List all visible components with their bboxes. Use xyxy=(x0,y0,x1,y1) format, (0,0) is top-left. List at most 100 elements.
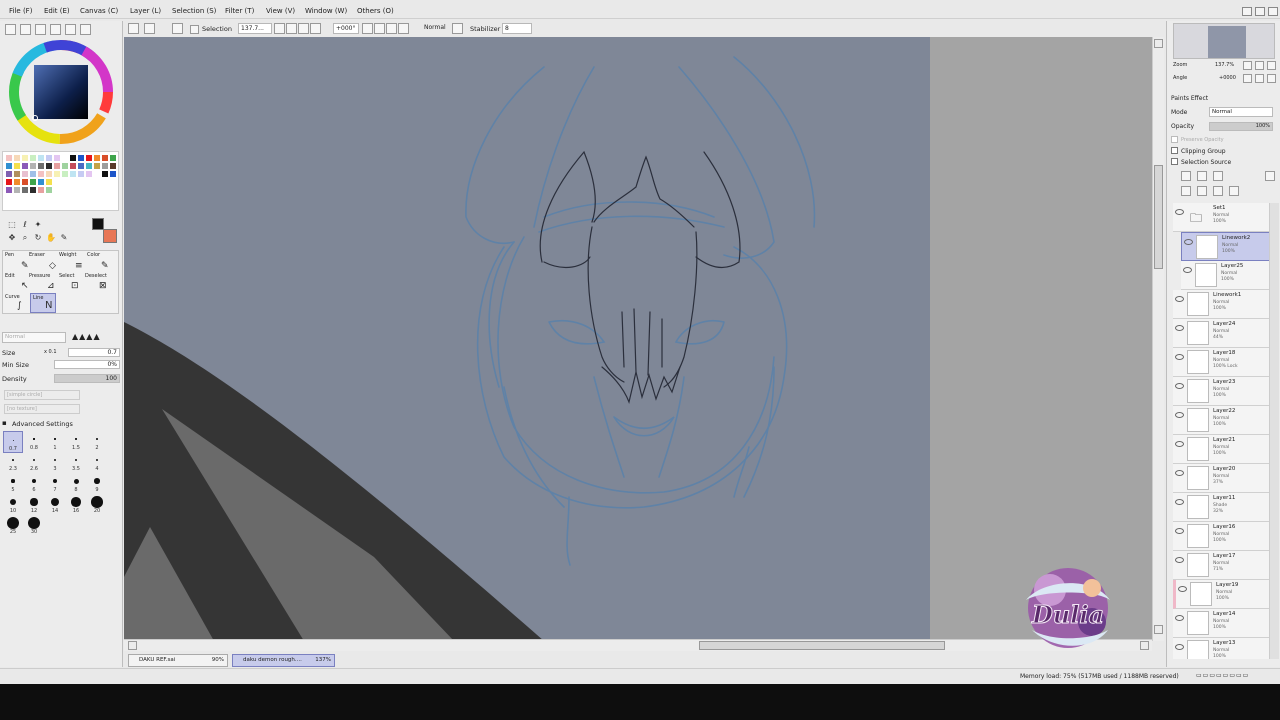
nav-zoom-in-icon[interactable] xyxy=(1255,61,1264,70)
color-swatch[interactable] xyxy=(46,187,52,193)
scroll-up-icon[interactable] xyxy=(1154,39,1163,48)
brush-size-preset[interactable]: 3 xyxy=(45,452,65,474)
navigator-angle-value[interactable]: +0000 xyxy=(1219,75,1236,81)
layer-row[interactable]: Layer20 Normal 37% xyxy=(1173,464,1271,493)
visibility-eye-icon[interactable] xyxy=(1175,412,1184,418)
scroll-down-icon[interactable] xyxy=(1154,625,1163,634)
visibility-eye-icon[interactable] xyxy=(1178,586,1187,592)
color-swatch[interactable] xyxy=(94,163,100,169)
blend-mode-select[interactable]: Normal xyxy=(422,23,450,34)
zoom-field[interactable]: 137.7... xyxy=(238,23,272,34)
layer-row[interactable]: Layer17 Normal 71% xyxy=(1173,551,1271,580)
color-swatch[interactable] xyxy=(94,155,100,161)
brush-size-preset[interactable]: 2.3 xyxy=(3,452,23,474)
maximize-button[interactable] xyxy=(1255,7,1265,16)
color-swatch[interactable] xyxy=(14,187,20,193)
size-slider[interactable]: 0.7 xyxy=(68,348,120,357)
color-swatch[interactable] xyxy=(46,163,52,169)
clear-layer-icon[interactable] xyxy=(1213,186,1223,196)
color-swatch[interactable] xyxy=(22,155,28,161)
zoom-icon[interactable]: ⌕ xyxy=(19,232,31,244)
brush-size-preset[interactable]: 3.5 xyxy=(66,452,86,474)
color-swatch[interactable] xyxy=(54,155,60,161)
menu-edit[interactable]: Edit (E) xyxy=(44,7,70,15)
color-swatch-grid[interactable] xyxy=(2,151,119,211)
rotate-reset-icon[interactable] xyxy=(386,23,397,34)
color-swatch[interactable] xyxy=(110,163,116,169)
brush-shape-icons[interactable]: ▲▲▲▲ xyxy=(72,332,101,341)
brush-size-preset[interactable]: 5 xyxy=(3,473,23,495)
delete-layer-icon[interactable] xyxy=(1229,186,1239,196)
color-swatch[interactable] xyxy=(46,155,52,161)
horizontal-scroll-thumb[interactable] xyxy=(699,641,945,650)
layer-row[interactable]: Layer14 Normal 100% xyxy=(1173,609,1271,638)
nav-rotate-left-icon[interactable] xyxy=(1243,74,1252,83)
hand-icon[interactable]: ✋ xyxy=(45,232,57,244)
color-swatch[interactable] xyxy=(94,171,100,177)
brush-size-preset[interactable]: 25 xyxy=(3,515,23,537)
menu-filter[interactable]: Filter (T) xyxy=(225,7,254,15)
color-swatch[interactable] xyxy=(86,171,92,177)
color-swatch[interactable] xyxy=(22,187,28,193)
layer-row[interactable]: Layer24 Normal 44% xyxy=(1173,319,1271,348)
color-swatch[interactable] xyxy=(14,163,20,169)
zoom-fit-icon[interactable] xyxy=(310,23,321,34)
clipping-group-checkbox[interactable] xyxy=(1171,147,1178,154)
layer-row[interactable]: Layer19 Normal 100% xyxy=(1173,580,1271,609)
navigator-preview[interactable] xyxy=(1173,23,1275,59)
visibility-eye-icon[interactable] xyxy=(1175,499,1184,505)
brush-size-preset[interactable]: 12 xyxy=(24,494,44,516)
color-swatch[interactable] xyxy=(22,179,28,185)
swatches-tab-icon[interactable] xyxy=(65,24,76,35)
minimize-button[interactable] xyxy=(1242,7,1252,16)
color-swatch[interactable] xyxy=(54,163,60,169)
selection-source-checkbox[interactable] xyxy=(1171,158,1178,165)
color-swatch[interactable] xyxy=(6,155,12,161)
visibility-eye-icon[interactable] xyxy=(1175,354,1184,360)
brush-size-preset[interactable]: 9 xyxy=(87,473,107,495)
color-swatch[interactable] xyxy=(6,163,12,169)
brush-size-preset[interactable]: 2 xyxy=(87,431,107,453)
eyedropper-icon[interactable]: ✎ xyxy=(58,232,70,244)
brush-size-preset[interactable]: 0.7 xyxy=(3,431,23,453)
paint-effect-label[interactable]: Paints Effect xyxy=(1171,95,1208,102)
color-swatch[interactable] xyxy=(14,171,20,177)
visibility-eye-icon[interactable] xyxy=(1175,296,1184,302)
visibility-eye-icon[interactable] xyxy=(1184,239,1193,245)
color-swatch[interactable] xyxy=(78,171,84,177)
doc-tab-active[interactable]: daku demon rough.... 137% xyxy=(232,654,335,667)
minsize-slider[interactable]: 0% xyxy=(54,360,120,369)
layer-row[interactable]: Layer13 Normal 100% xyxy=(1173,638,1271,659)
tool-pen[interactable]: Pen xyxy=(5,252,14,258)
canvas-area[interactable] xyxy=(124,37,1164,641)
color-wheel[interactable] xyxy=(8,39,116,145)
flip-icon[interactable] xyxy=(398,23,409,34)
tool-edit[interactable]: Edit xyxy=(5,273,15,279)
color-swatch[interactable] xyxy=(78,155,84,161)
color-swatch[interactable] xyxy=(78,163,84,169)
density-slider[interactable]: 100 xyxy=(54,374,120,383)
menu-layer[interactable]: Layer (L) xyxy=(130,7,161,15)
layer-opacity-slider[interactable]: 100% xyxy=(1209,122,1273,131)
nav-zoom-out-icon[interactable] xyxy=(1243,61,1252,70)
doc-tab-ref[interactable]: DAKU REF.sai 90% xyxy=(128,654,228,667)
brush-size-preset[interactable]: 2.6 xyxy=(24,452,44,474)
brush-size-preset[interactable]: 7 xyxy=(45,473,65,495)
rotate-left-icon[interactable] xyxy=(362,23,373,34)
zoom-in-icon[interactable] xyxy=(286,23,297,34)
new-linework-layer-icon[interactable] xyxy=(1197,171,1207,181)
visibility-eye-icon[interactable] xyxy=(1175,441,1184,447)
visibility-eye-icon[interactable] xyxy=(1175,615,1184,621)
brush-size-preset[interactable]: 1 xyxy=(45,431,65,453)
menu-selection[interactable]: Selection (S) xyxy=(172,7,216,15)
transfer-down-icon[interactable] xyxy=(1197,186,1207,196)
layer-mode-select[interactable]: Normal xyxy=(1209,107,1273,117)
brush-mode-select[interactable]: Normal xyxy=(2,332,66,343)
color-swatch[interactable] xyxy=(110,171,116,177)
scroll-right-icon[interactable] xyxy=(1140,641,1149,650)
selection-checkbox[interactable] xyxy=(190,25,199,34)
brush-size-preset[interactable]: 8 xyxy=(66,473,86,495)
background-color[interactable] xyxy=(103,229,117,243)
visibility-eye-icon[interactable] xyxy=(1175,383,1184,389)
angle-field[interactable]: +000° xyxy=(333,23,359,34)
